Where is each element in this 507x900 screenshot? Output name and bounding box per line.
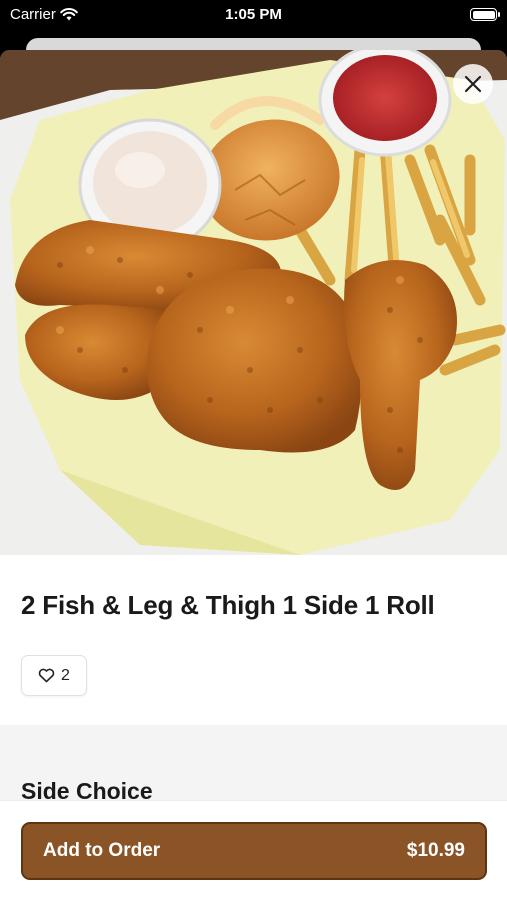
battery-icon [470,8,500,21]
clock: 1:05 PM [225,6,282,23]
status-bar: Carrier 1:05 PM [0,0,507,30]
close-icon [464,75,482,93]
order-footer: Add to Order $10.99 [0,800,507,900]
like-button[interactable]: 2 [21,655,87,696]
add-to-order-button[interactable]: Add to Order $10.99 [21,822,487,880]
item-photo [0,50,507,555]
close-button[interactable] [453,64,493,104]
item-title: 2 Fish & Leg & Thigh 1 Side 1 Roll [21,590,435,620]
item-detail-sheet: 2 Fish & Leg & Thigh 1 Side 1 Roll 2 Sid… [0,50,507,900]
like-count: 2 [61,666,70,684]
heart-icon [38,668,55,683]
add-to-order-label: Add to Order [43,840,161,861]
price-label: $10.99 [406,840,465,861]
fried-chicken-basket-illustration [0,50,507,555]
